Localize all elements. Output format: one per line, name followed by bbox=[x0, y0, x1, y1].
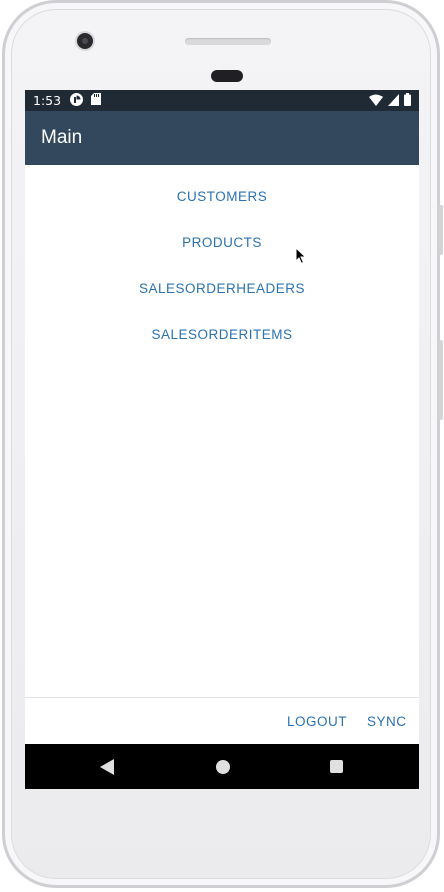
wifi-icon bbox=[369, 94, 383, 109]
power-button bbox=[439, 340, 443, 420]
app-bar: Main bbox=[25, 111, 419, 165]
status-bar: 1:53 bbox=[25, 90, 419, 111]
back-icon[interactable] bbox=[100, 759, 114, 780]
recents-icon[interactable] bbox=[330, 760, 343, 773]
proximity-sensor bbox=[211, 70, 243, 82]
notification-app-icon bbox=[70, 92, 84, 109]
status-icons-right bbox=[369, 93, 411, 109]
mouse-cursor-icon bbox=[295, 246, 307, 270]
logout-button[interactable]: LOGOUT bbox=[287, 714, 347, 729]
main-content: CUSTOMERS PRODUCTS SALESORDERHEADERS SAL… bbox=[25, 165, 419, 697]
products-link[interactable]: PRODUCTS bbox=[25, 235, 419, 250]
system-nav-bar bbox=[25, 744, 419, 789]
salesorderitems-link[interactable]: SALESORDERITEMS bbox=[25, 327, 419, 342]
app-bar-title: Main bbox=[41, 127, 83, 148]
signal-icon bbox=[388, 93, 399, 109]
battery-icon bbox=[404, 93, 411, 109]
home-icon[interactable] bbox=[216, 760, 230, 774]
sd-card-icon bbox=[91, 93, 102, 108]
customers-link[interactable]: CUSTOMERS bbox=[25, 189, 419, 204]
front-camera bbox=[77, 33, 93, 49]
status-time: 1:53 bbox=[33, 93, 62, 108]
screen: 1:53 Main CUSTOMERS PRODUCTS SALESORDERH… bbox=[25, 90, 419, 789]
sync-button[interactable]: SYNC bbox=[367, 714, 407, 729]
salesorderheaders-link[interactable]: SALESORDERHEADERS bbox=[25, 281, 419, 296]
earpiece-speaker bbox=[185, 38, 271, 45]
footer-divider bbox=[25, 697, 419, 698]
volume-button bbox=[439, 205, 443, 255]
